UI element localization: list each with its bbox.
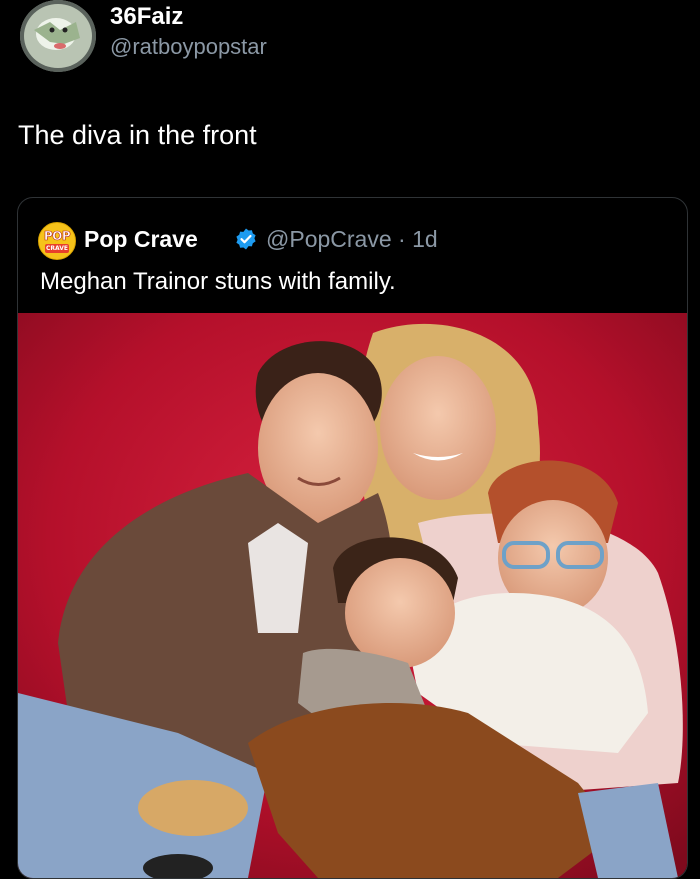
author-display-name[interactable]: 36Faiz [110,2,183,32]
pop-crave-logo[interactable]: POP CRAVE [38,222,76,260]
author-avatar[interactable] [20,0,96,72]
post-header: 36Faiz @ratboypopstar [18,0,678,80]
verified-badge-icon [236,228,256,250]
quoted-post-card[interactable]: POP CRAVE Pop Crave @PopCrave · 1d Megha… [17,197,688,879]
quoted-author-handle-time[interactable]: @PopCrave · 1d [266,224,438,254]
post-text: The diva in the front [18,120,257,150]
family-photo-image [18,313,687,878]
family-photo[interactable] [18,313,687,878]
post-timestamp: · 1d [398,226,438,252]
quoted-post-header: POP CRAVE Pop Crave @PopCrave · 1d [38,222,658,260]
quoted-author-name[interactable]: Pop Crave [84,224,198,254]
quoted-author-handle[interactable]: @PopCrave [266,226,392,252]
avatar-image [20,0,96,72]
logo-text-bottom: CRAVE [45,244,69,253]
logo-text-top: POP [43,229,71,244]
author-handle[interactable]: @ratboypopstar [110,33,267,61]
quoted-post-text: Meghan Trainor stuns with family. [40,268,396,295]
